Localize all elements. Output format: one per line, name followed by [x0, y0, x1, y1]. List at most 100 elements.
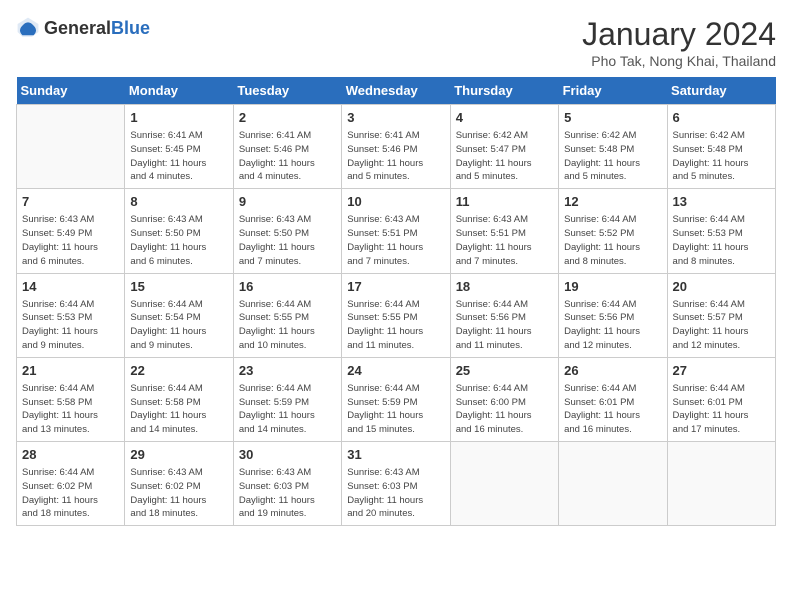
day-number: 19	[564, 278, 661, 296]
calendar-cell: 5 Sunrise: 6:42 AMSunset: 5:48 PMDaylight…	[559, 105, 667, 189]
day-number: 8	[130, 193, 227, 211]
calendar-cell: 1 Sunrise: 6:41 AMSunset: 5:45 PMDaylight…	[125, 105, 233, 189]
day-number: 23	[239, 362, 336, 380]
day-of-week-header: Thursday	[450, 77, 558, 105]
day-of-week-header: Wednesday	[342, 77, 450, 105]
calendar-cell: 17 Sunrise: 6:44 AMSunset: 5:55 PMDayligh…	[342, 273, 450, 357]
day-info: Sunrise: 6:44 AMSunset: 5:59 PMDaylight:…	[239, 382, 336, 437]
day-of-week-header: Monday	[125, 77, 233, 105]
day-number: 24	[347, 362, 444, 380]
calendar-cell: 8 Sunrise: 6:43 AMSunset: 5:50 PMDaylight…	[125, 189, 233, 273]
logo: GeneralBlue	[16, 16, 150, 40]
calendar-week-row: 28Sunrise: 6:44 AMSunset: 6:02 PMDayligh…	[17, 442, 776, 526]
day-info: Sunrise: 6:43 AMSunset: 5:51 PMDaylight:…	[347, 213, 444, 268]
day-info: Sunrise: 6:43 AMSunset: 6:02 PMDaylight:…	[130, 466, 227, 521]
day-number: 1	[130, 109, 227, 127]
day-info: Sunrise: 6:44 AMSunset: 5:55 PMDaylight:…	[239, 298, 336, 353]
day-info: Sunrise: 6:44 AMSunset: 5:59 PMDaylight:…	[347, 382, 444, 437]
day-info: Sunrise: 6:44 AMSunset: 5:56 PMDaylight:…	[456, 298, 553, 353]
calendar-cell: 24 Sunrise: 6:44 AMSunset: 5:59 PMDayligh…	[342, 357, 450, 441]
calendar-cell: 6 Sunrise: 6:42 AMSunset: 5:48 PMDaylight…	[667, 105, 775, 189]
day-info: Sunrise: 6:43 AMSunset: 5:50 PMDaylight:…	[239, 213, 336, 268]
day-number: 28	[22, 446, 119, 464]
day-info: Sunrise: 6:41 AMSunset: 5:46 PMDaylight:…	[347, 129, 444, 184]
calendar-cell: 2Sunrise: 6:41 AMSunset: 5:46 PMDaylight…	[233, 105, 341, 189]
day-number: 7	[22, 193, 119, 211]
day-number: 13	[673, 193, 770, 211]
day-info: Sunrise: 6:44 AMSunset: 5:52 PMDaylight:…	[564, 213, 661, 268]
calendar-week-row: 1 Sunrise: 6:41 AMSunset: 5:45 PMDaylight…	[17, 105, 776, 189]
day-info: Sunrise: 6:43 AMSunset: 6:03 PMDaylight:…	[239, 466, 336, 521]
calendar-cell: 31Sunrise: 6:43 AMSunset: 6:03 PMDayligh…	[342, 442, 450, 526]
calendar-cell	[667, 442, 775, 526]
calendar-cell: 9 Sunrise: 6:43 AMSunset: 5:50 PMDaylight…	[233, 189, 341, 273]
calendar-cell: 19Sunrise: 6:44 AMSunset: 5:56 PMDayligh…	[559, 273, 667, 357]
day-number: 9	[239, 193, 336, 211]
day-info: Sunrise: 6:42 AMSunset: 5:48 PMDaylight:…	[673, 129, 770, 184]
title-block: January 2024 Pho Tak, Nong Khai, Thailan…	[582, 16, 776, 69]
calendar-cell: 23 Sunrise: 6:44 AMSunset: 5:59 PMDayligh…	[233, 357, 341, 441]
calendar-cell: 22 Sunrise: 6:44 AMSunset: 5:58 PMDayligh…	[125, 357, 233, 441]
logo-blue: Blue	[111, 18, 150, 38]
day-info: Sunrise: 6:44 AMSunset: 6:00 PMDaylight:…	[456, 382, 553, 437]
day-number: 4	[456, 109, 553, 127]
calendar-cell: 13Sunrise: 6:44 AMSunset: 5:53 PMDayligh…	[667, 189, 775, 273]
day-number: 11	[456, 193, 553, 211]
day-info: Sunrise: 6:44 AMSunset: 5:58 PMDaylight:…	[130, 382, 227, 437]
day-info: Sunrise: 6:43 AMSunset: 5:51 PMDaylight:…	[456, 213, 553, 268]
day-info: Sunrise: 6:44 AMSunset: 5:55 PMDaylight:…	[347, 298, 444, 353]
day-info: Sunrise: 6:43 AMSunset: 5:50 PMDaylight:…	[130, 213, 227, 268]
day-number: 14	[22, 278, 119, 296]
calendar-header-row: SundayMondayTuesdayWednesdayThursdayFrid…	[17, 77, 776, 105]
location: Pho Tak, Nong Khai, Thailand	[582, 53, 776, 69]
calendar-cell: 10 Sunrise: 6:43 AMSunset: 5:51 PMDayligh…	[342, 189, 450, 273]
calendar-cell: 28Sunrise: 6:44 AMSunset: 6:02 PMDayligh…	[17, 442, 125, 526]
day-number: 6	[673, 109, 770, 127]
day-of-week-header: Tuesday	[233, 77, 341, 105]
day-info: Sunrise: 6:44 AMSunset: 5:58 PMDaylight:…	[22, 382, 119, 437]
calendar-cell: 21Sunrise: 6:44 AMSunset: 5:58 PMDayligh…	[17, 357, 125, 441]
day-number: 12	[564, 193, 661, 211]
calendar-week-row: 14 Sunrise: 6:44 AMSunset: 5:53 PMDayligh…	[17, 273, 776, 357]
calendar-cell: 4 Sunrise: 6:42 AMSunset: 5:47 PMDaylight…	[450, 105, 558, 189]
day-info: Sunrise: 6:42 AMSunset: 5:48 PMDaylight:…	[564, 129, 661, 184]
calendar-cell: 11 Sunrise: 6:43 AMSunset: 5:51 PMDayligh…	[450, 189, 558, 273]
day-number: 25	[456, 362, 553, 380]
day-number: 18	[456, 278, 553, 296]
calendar-cell	[17, 105, 125, 189]
day-info: Sunrise: 6:44 AMSunset: 5:57 PMDaylight:…	[673, 298, 770, 353]
day-number: 16	[239, 278, 336, 296]
day-number: 31	[347, 446, 444, 464]
calendar-week-row: 7 Sunrise: 6:43 AMSunset: 5:49 PMDaylight…	[17, 189, 776, 273]
day-of-week-header: Saturday	[667, 77, 775, 105]
calendar-cell	[450, 442, 558, 526]
calendar-cell: 27Sunrise: 6:44 AMSunset: 6:01 PMDayligh…	[667, 357, 775, 441]
calendar-cell: 15Sunrise: 6:44 AMSunset: 5:54 PMDayligh…	[125, 273, 233, 357]
calendar-cell: 12 Sunrise: 6:44 AMSunset: 5:52 PMDayligh…	[559, 189, 667, 273]
page-header: GeneralBlue January 2024 Pho Tak, Nong K…	[16, 16, 776, 69]
day-number: 17	[347, 278, 444, 296]
day-info: Sunrise: 6:44 AMSunset: 6:01 PMDaylight:…	[564, 382, 661, 437]
calendar-cell: 14 Sunrise: 6:44 AMSunset: 5:53 PMDayligh…	[17, 273, 125, 357]
day-number: 15	[130, 278, 227, 296]
day-info: Sunrise: 6:42 AMSunset: 5:47 PMDaylight:…	[456, 129, 553, 184]
day-number: 5	[564, 109, 661, 127]
day-number: 26	[564, 362, 661, 380]
day-number: 30	[239, 446, 336, 464]
day-info: Sunrise: 6:43 AMSunset: 5:49 PMDaylight:…	[22, 213, 119, 268]
calendar-cell: 18 Sunrise: 6:44 AMSunset: 5:56 PMDayligh…	[450, 273, 558, 357]
calendar-cell: 16 Sunrise: 6:44 AMSunset: 5:55 PMDayligh…	[233, 273, 341, 357]
day-info: Sunrise: 6:44 AMSunset: 5:53 PMDaylight:…	[22, 298, 119, 353]
day-info: Sunrise: 6:41 AMSunset: 5:45 PMDaylight:…	[130, 129, 227, 184]
calendar-table: SundayMondayTuesdayWednesdayThursdayFrid…	[16, 77, 776, 526]
day-number: 22	[130, 362, 227, 380]
day-info: Sunrise: 6:44 AMSunset: 6:01 PMDaylight:…	[673, 382, 770, 437]
calendar-cell: 26 Sunrise: 6:44 AMSunset: 6:01 PMDayligh…	[559, 357, 667, 441]
calendar-cell: 20Sunrise: 6:44 AMSunset: 5:57 PMDayligh…	[667, 273, 775, 357]
month-title: January 2024	[582, 16, 776, 53]
day-number: 10	[347, 193, 444, 211]
calendar-cell	[559, 442, 667, 526]
calendar-cell: 29Sunrise: 6:43 AMSunset: 6:02 PMDayligh…	[125, 442, 233, 526]
logo-icon	[16, 16, 40, 40]
calendar-cell: 7 Sunrise: 6:43 AMSunset: 5:49 PMDaylight…	[17, 189, 125, 273]
